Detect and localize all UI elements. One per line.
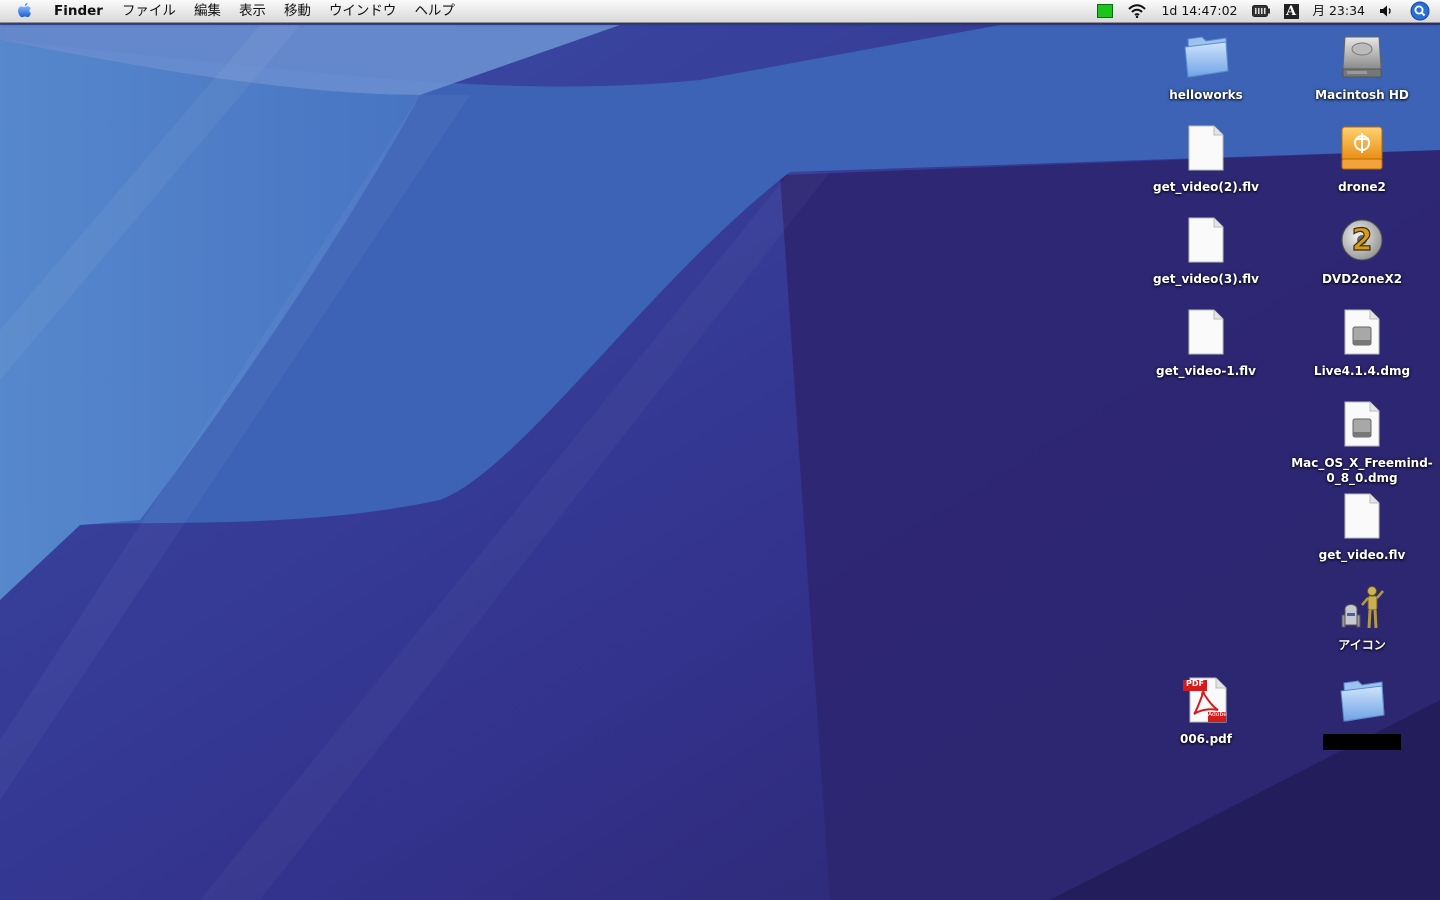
menu-go[interactable]: 移動 xyxy=(275,0,320,22)
svg-text:2: 2 xyxy=(1352,223,1373,258)
desktop-icon-drone2[interactable]: drone2 xyxy=(1284,122,1440,195)
icon-label: drone2 xyxy=(1338,180,1386,194)
desktop-icon-helloworks[interactable]: helloworks xyxy=(1128,30,1284,103)
menu-view[interactable]: 表示 xyxy=(230,0,275,22)
icon-label: helloworks xyxy=(1169,88,1243,102)
apple-menu-icon[interactable] xyxy=(0,0,48,22)
redacted-label xyxy=(1323,734,1401,750)
menu-edit[interactable]: 編集 xyxy=(185,0,230,22)
desktop-icon-live-dmg[interactable]: Live4.1.4.dmg xyxy=(1284,306,1440,379)
hard-drive-icon xyxy=(1336,30,1388,82)
battery-status-icon[interactable] xyxy=(1090,0,1120,22)
icon-label: Macintosh HD xyxy=(1315,88,1409,102)
desktop-icon-006-pdf[interactable]: PDF Adobe 006.pdf xyxy=(1128,674,1284,747)
document-icon xyxy=(1180,306,1232,358)
desktop-icon-macintosh-hd[interactable]: Macintosh HD xyxy=(1284,30,1440,103)
icon-label: Mac_OS_X_Freemind-0_8_0.dmg xyxy=(1291,456,1433,485)
firewire-drive-icon xyxy=(1336,122,1388,174)
pdf-icon: PDF Adobe xyxy=(1180,674,1232,726)
robot-figures-icon xyxy=(1336,580,1388,632)
dvd2one-app-icon: 2 xyxy=(1336,214,1388,266)
icon-label: get_video.flv xyxy=(1318,548,1406,562)
volume-icon[interactable] xyxy=(1372,0,1402,22)
icon-label: 006.pdf xyxy=(1179,732,1232,746)
desktop-icon-get-video[interactable]: get_video.flv xyxy=(1284,490,1440,563)
icon-label: DVD2oneX2 xyxy=(1321,272,1403,286)
pdf-badge-text: PDF xyxy=(1186,679,1204,688)
icon-label: Live4.1.4.dmg xyxy=(1313,364,1411,378)
clock-text[interactable]: 月 23:34 xyxy=(1306,0,1373,22)
desktop-icon-aikon[interactable]: アイコン xyxy=(1284,580,1440,653)
desktop-icon-get-video-1[interactable]: get_video-1.flv xyxy=(1128,306,1284,379)
input-source-icon[interactable]: A xyxy=(1277,0,1306,22)
folder-icon xyxy=(1336,674,1388,726)
desktop-icon-redacted-folder[interactable] xyxy=(1284,674,1440,750)
document-icon xyxy=(1336,490,1388,542)
disk-image-icon xyxy=(1336,398,1388,450)
spotlight-search-icon[interactable] xyxy=(1402,0,1440,22)
icon-label: アイコン xyxy=(1338,638,1386,652)
menu-finder[interactable]: Finder xyxy=(48,0,113,22)
icon-label: get_video(2).flv xyxy=(1153,180,1259,194)
document-icon xyxy=(1180,122,1232,174)
battery-meter-icon[interactable] xyxy=(1245,0,1277,22)
disk-image-icon xyxy=(1336,306,1388,358)
uptime-text[interactable]: 1d 14:47:02 xyxy=(1154,0,1244,22)
desktop-icon-dvd2onex2[interactable]: 2 DVD2oneX2 xyxy=(1284,214,1440,287)
document-icon xyxy=(1180,214,1232,266)
desktop-icon-freemind-dmg[interactable]: Mac_OS_X_Freemind-0_8_0.dmg xyxy=(1284,398,1440,486)
desktop-icon-get-video-2[interactable]: get_video(2).flv xyxy=(1128,122,1284,195)
input-source-letter: A xyxy=(1283,3,1299,19)
menu-help[interactable]: ヘルプ xyxy=(405,0,464,22)
menu-bar: Finder ファイル 編集 表示 移動 ウインドウ ヘルプ 1d 14:47:… xyxy=(0,0,1440,23)
icon-label: get_video-1.flv xyxy=(1156,364,1256,378)
menu-file[interactable]: ファイル xyxy=(113,0,185,22)
icon-label: get_video(3).flv xyxy=(1153,272,1259,286)
desktop-icon-get-video-3[interactable]: get_video(3).flv xyxy=(1128,214,1284,287)
wifi-icon[interactable] xyxy=(1120,0,1154,22)
folder-icon xyxy=(1180,30,1232,82)
menu-window[interactable]: ウインドウ xyxy=(320,0,406,22)
adobe-badge-text: Adobe xyxy=(1208,711,1227,718)
